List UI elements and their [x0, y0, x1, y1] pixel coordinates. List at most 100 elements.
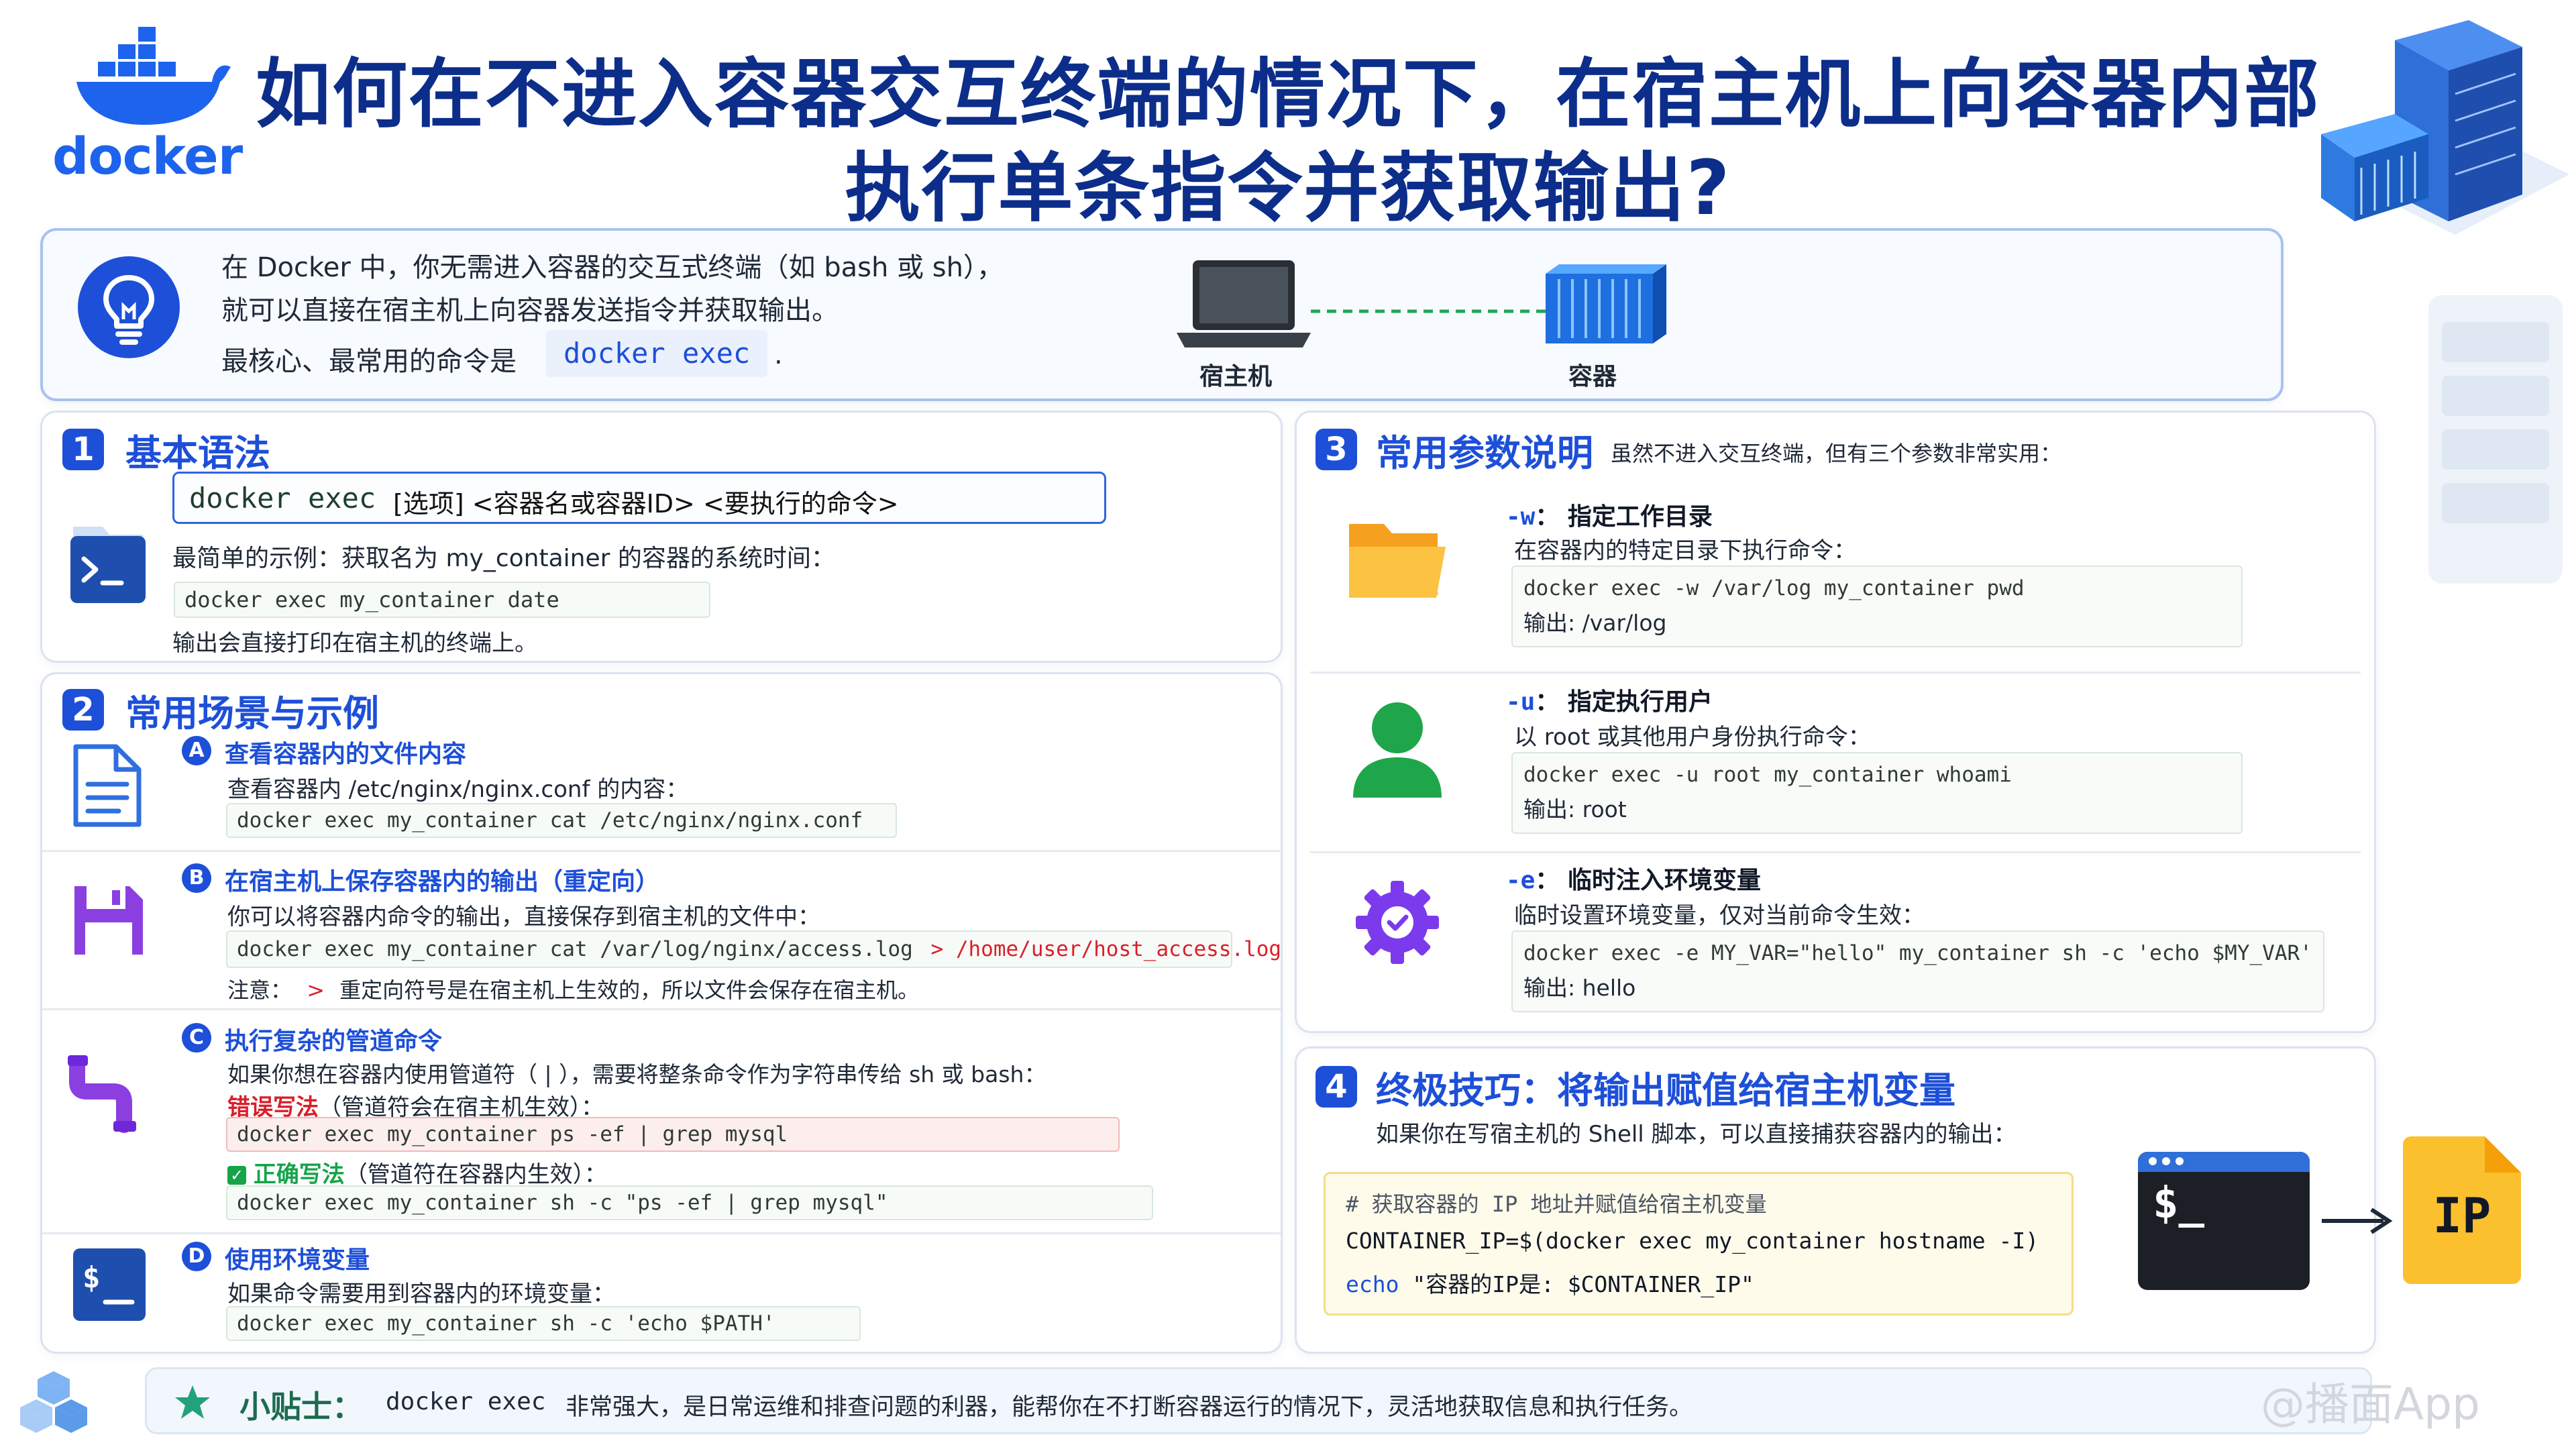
scenario-a-code: docker exec my_container cat /etc/nginx/…	[226, 803, 897, 838]
page-title-line2: 执行单条指令并获取输出?	[845, 145, 1731, 232]
syntax-code: docker exec	[189, 482, 376, 515]
param-e-name: ： 临时注入环境变量	[1535, 867, 1761, 894]
param-w-code: docker exec -w /var/log my_container pwd	[1523, 576, 2025, 600]
param-u-flag: -u	[1506, 688, 1536, 716]
scenario-b-code: docker exec my_container cat /var/log/ng…	[226, 930, 1281, 968]
intro-line3-prefix: 最核心、最常用的命令是	[221, 346, 517, 377]
param-e-output: 输出: hello	[1523, 975, 1636, 1001]
section4-title: 终极技巧：将输出赋值给宿主机变量	[1376, 1069, 1955, 1112]
code-comment: # 获取容器的 IP 地址并赋值给宿主机变量	[1346, 1191, 1767, 1217]
param-w-name: ： 指定工作目录	[1535, 503, 1713, 531]
tip-text: 非常强大，是日常运维和排查问题的利器，能帮你在不打断容器运行的情况下，灵活地获取…	[566, 1394, 1693, 1421]
scenario-b-note-prefix: 注意：	[227, 977, 292, 1003]
pipe-icon	[68, 1055, 136, 1133]
faded-server-illustration	[2428, 295, 2563, 584]
param-u-name: ： 指定执行用户	[1535, 688, 1713, 716]
scenario-divider	[42, 850, 1281, 852]
intro-line2: 就可以直接在宿主机上向容器发送指令并获取输出。	[221, 295, 839, 326]
gear-icon	[1356, 881, 1439, 964]
ip-file-icon: IP	[2403, 1136, 2521, 1284]
param-u-example: docker exec -u root my_container whoami …	[1511, 752, 2243, 834]
scenario-d-title: 使用环境变量	[225, 1246, 370, 1274]
section4-panel: 4 终极技巧：将输出赋值给宿主机变量 如果你在写宿主机的 Shell 脚本，可以…	[1295, 1046, 2393, 1354]
scenario-a-letter: A	[182, 736, 211, 765]
intro-panel: 在 Docker 中，你无需进入容器的交互式终端（如 bash 或 sh）， 就…	[40, 228, 2284, 401]
scenario-c-letter: C	[182, 1023, 211, 1053]
scenario-c-title: 执行复杂的管道命令	[225, 1028, 443, 1055]
syntax-box: docker exec [选项] <容器名或容器ID> <要执行的命令>	[172, 472, 1106, 524]
scenario-a-desc: 查看容器内 /etc/nginx/nginx.conf 的内容：	[227, 776, 689, 803]
scenario-d-desc: 如果命令需要用到容器内的环境变量：	[227, 1281, 615, 1307]
section1-number: 1	[62, 429, 104, 470]
env-terminal-icon: $	[73, 1248, 146, 1321]
syntax-rest: [选项] <容器名或容器ID> <要执行的命令>	[393, 489, 899, 519]
code-line2: CONTAINER_IP=$(docker exec my_container …	[1346, 1228, 2039, 1254]
param-w-flag: -w	[1506, 503, 1536, 531]
terminal-window-icon: $_	[2138, 1152, 2310, 1290]
param-e-flag: -e	[1506, 867, 1536, 894]
param-divider	[1310, 672, 2361, 674]
section1-title: 基本语法	[125, 432, 270, 474]
page-title-line1: 如何在不进入容器交互终端的情况下，在宿主机上向容器内部	[256, 51, 2320, 138]
save-disk-icon	[74, 886, 143, 955]
param-u-output: 输出: root	[1523, 796, 1627, 822]
server-rack-illustration	[2321, 20, 2569, 235]
section2-title: 常用场景与示例	[125, 692, 379, 735]
param-u-desc: 以 root 或其他用户身份执行命令：	[1514, 724, 1871, 751]
scenario-b-note-text: 重定向符号是在宿主机上生效的，所以文件会保存在宿主机。	[339, 977, 920, 1003]
right-label: 正确写法	[253, 1161, 345, 1188]
param-u-code: docker exec -u root my_container whoami	[1523, 763, 2012, 787]
section3-subtitle: 虽然不进入交互终端，但有三个参数非常实用：	[1611, 441, 2062, 466]
svg-text:$: $	[83, 1260, 101, 1295]
section1-example-note: 输出会直接打印在宿主机的终端上。	[172, 630, 537, 657]
scenario-d-code: docker exec my_container sh -c 'echo $PA…	[226, 1306, 861, 1341]
code-echo-keyword: echo	[1346, 1271, 1399, 1297]
scenario-b-desc: 你可以将容器内命令的输出，直接保存到宿主机的文件中：	[227, 904, 820, 930]
scenario-c-desc: 如果你想在容器内使用管道符（ | ），需要将整条命令作为字符串传给 sh 或 b…	[227, 1061, 1046, 1087]
scenario-divider	[42, 1232, 1281, 1234]
folder-icon	[1349, 524, 1446, 598]
section3-panel: 3 常用参数说明 虽然不进入交互终端，但有三个参数非常实用： -w： 指定工作目…	[1295, 411, 2376, 1033]
star-icon	[175, 1385, 210, 1419]
param-w-example: docker exec -w /var/log my_container pwd…	[1511, 566, 2243, 647]
scenario-b-letter: B	[182, 863, 211, 893]
host-label: 宿主机	[1199, 363, 1273, 390]
right-note: （管道符在容器内生效）：	[344, 1161, 607, 1188]
user-icon	[1353, 702, 1442, 798]
scenario-b-code-main: docker exec my_container cat /var/log/ng…	[237, 937, 913, 961]
container-label: 容器	[1568, 363, 1617, 390]
param-u-heading: -u： 指定执行用户	[1506, 682, 1713, 717]
param-e-heading: -e： 临时注入环境变量	[1506, 861, 1761, 896]
scenario-b-title: 在宿主机上保存容器内的输出（重定向）	[225, 868, 660, 896]
document-icon	[73, 744, 142, 827]
laptop-icon	[1177, 260, 1311, 347]
intro-line1: 在 Docker 中，你无需进入容器的交互式终端（如 bash 或 sh），	[221, 252, 1004, 283]
lightbulb-icon	[78, 256, 180, 358]
section3-number: 3	[1316, 429, 1357, 470]
watermark: @播面App	[2261, 1379, 2480, 1430]
scenario-c-right-line: ✓ 正确写法（管道符在容器内生效）：	[227, 1156, 607, 1189]
section4-number: 4	[1316, 1066, 1357, 1108]
param-e-desc: 临时设置环境变量，仅对当前命令生效：	[1514, 902, 1925, 929]
scenario-c-right-code: docker exec my_container sh -c "ps -ef |…	[226, 1185, 1153, 1220]
tip-label: 小贴士：	[239, 1389, 363, 1425]
param-w-output: 输出: /var/log	[1523, 610, 1667, 636]
param-w-heading: -w： 指定工作目录	[1506, 497, 1713, 532]
checkbox-check-icon: ✓	[227, 1166, 246, 1185]
container-icon	[1546, 264, 1666, 343]
code-line3: echo "容器的IP是: $CONTAINER_IP"	[1346, 1267, 1754, 1299]
section4-desc: 如果你在写宿主机的 Shell 脚本，可以直接捕获容器内的输出：	[1376, 1121, 2017, 1148]
param-e-code: docker exec -e MY_VAR="hello" my_contain…	[1523, 941, 2312, 965]
scenario-divider	[42, 1008, 1281, 1010]
arrow-right-icon	[2322, 1208, 2393, 1234]
intro-line3-suffix: .	[774, 339, 783, 370]
tip-bar: 小贴士： docker exec 非常强大，是日常运维和排查问题的利器，能帮你在…	[145, 1367, 2372, 1434]
scenario-d-letter: D	[182, 1242, 211, 1271]
section2-panel: 2 常用场景与示例 A 查看容器内的文件内容 查看容器内 /etc/nginx/…	[40, 672, 1283, 1354]
terminal-folder-icon	[70, 527, 146, 603]
param-e-example: docker exec -e MY_VAR="hello" my_contain…	[1511, 930, 2324, 1012]
scenario-b-code-redirect: > /home/user/host_access.log	[930, 937, 1282, 961]
scenario-b-note: 注意： > 重定向符号是在宿主机上生效的，所以文件会保存在宿主机。	[227, 973, 919, 1004]
terminal-prompt: $_	[2153, 1179, 2205, 1228]
section3-title: 常用参数说明	[1376, 432, 1593, 474]
